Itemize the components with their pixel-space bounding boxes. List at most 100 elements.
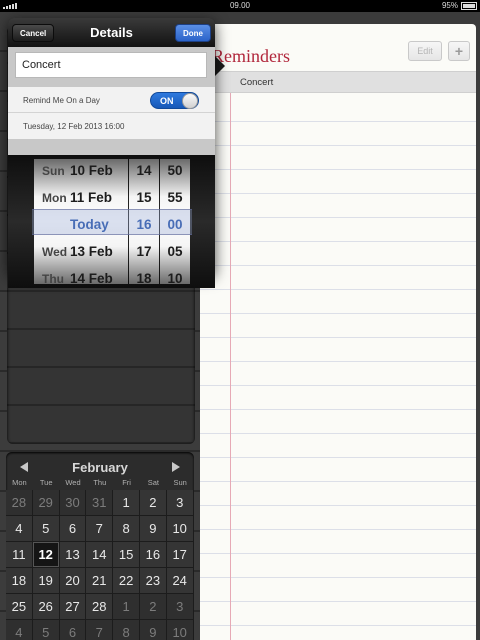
add-reminder-button[interactable]: + [448,41,470,61]
calendar-day[interactable]: 17 [166,542,194,568]
weekday-label: Sat [147,478,160,487]
calendar-day[interactable]: 2 [139,594,167,620]
calendar-day[interactable]: 23 [139,568,167,594]
calendar-day[interactable]: 1 [113,594,140,620]
calendar-day[interactable]: 31 [86,490,114,516]
minute-wheel[interactable]: 50 55 00 05 10 [160,159,190,284]
status-bar: 09.00 95% [0,0,480,12]
remind-toggle[interactable]: ON [150,92,199,109]
hour-option[interactable]: 15 [129,184,159,211]
calendar-day[interactable]: 6 [59,620,87,640]
calendar-day[interactable]: 16 [139,542,167,568]
hour-option[interactable]: 14 [129,159,159,184]
hour-option[interactable]: 17 [129,238,159,265]
calendar-day[interactable]: 9 [139,620,167,640]
popover-arrow [215,56,225,76]
calendar-month-label: February [72,460,128,475]
popover-body: Concert Remind Me On a Day ON Tuesday, 1… [8,47,215,288]
weekday-label: Thu [93,478,107,487]
done-button[interactable]: Done [175,24,211,42]
reminder-row[interactable]: Concert [200,71,476,93]
hour-option[interactable]: 16 [129,211,159,238]
reminder-date-row[interactable]: Tuesday, 12 Feb 2013 16:00 [8,114,215,139]
calendar-weekday-row: Mon Tue Wed Thu Fri Sat Sun [6,478,194,487]
edit-button[interactable]: Edit [408,41,442,61]
reminder-title-field[interactable]: Concert [15,52,207,78]
calendar-day[interactable]: 14 [86,542,114,568]
calendar-day[interactable]: 18 [6,568,33,594]
calendar-day[interactable]: 1 [113,490,140,516]
weekday-label: Wed [65,478,81,487]
day-option-label: 11 Feb [70,190,113,205]
day-option-weekday: Sun [42,163,65,178]
calendar-day[interactable]: 15 [113,542,140,568]
battery-percent: 95% [441,1,458,10]
calendar-day[interactable]: 5 [32,516,60,542]
calendar-day[interactable]: 2 [139,490,167,516]
calendar-day[interactable]: 10 [166,516,194,542]
calendar-day[interactable]: 8 [113,516,140,542]
calendar-day[interactable]: 24 [166,568,194,594]
calendar-day[interactable]: 20 [59,568,87,594]
calendar-day[interactable]: 13 [59,542,87,568]
calendar-day[interactable]: 25 [6,594,33,620]
popover-navbar: Cancel Details Done [8,18,215,47]
calendar-day[interactable]: 28 [6,490,33,516]
calendar-day[interactable]: 26 [32,594,60,620]
calendar-day[interactable]: 21 [86,568,114,594]
minute-option[interactable]: 50 [160,159,190,184]
day-option[interactable]: Thu 14 Feb [34,265,128,284]
calendar-day[interactable]: 22 [113,568,140,594]
remind-group: Remind Me On a Day ON Tuesday, 12 Feb 20… [8,87,215,139]
day-option-weekday: Mon [42,190,67,205]
day-option-label: 14 Feb [70,271,113,284]
calendar-day[interactable]: 29 [32,490,60,516]
calendar-day[interactable]: 4 [6,516,33,542]
weekday-label: Fri [122,478,131,487]
remind-on-day-row: Remind Me On a Day ON [8,87,215,113]
margin-line [230,78,231,640]
minute-option[interactable]: 00 [160,211,190,238]
day-wheel[interactable]: Sun 10 Feb Mon 11 Feb Today Wed 13 Feb Thu 14 Fe… [34,159,128,284]
minute-option[interactable]: 10 [160,265,190,284]
calendar-day[interactable]: 11 [6,542,33,568]
day-option[interactable]: Wed 13 Feb [34,238,128,265]
weekday-label: Sun [173,478,187,487]
mini-calendar: February Mon Tue Wed Thu Fri Sat Sun 28 29 30 31 1… [6,452,194,640]
details-popover: Cancel Details Done Concert Remind Me On… [8,18,215,288]
day-option-label: Today [70,217,109,232]
next-month-icon[interactable] [172,462,180,472]
hour-option[interactable]: 18 [129,265,159,284]
reminder-title: Concert [240,77,274,88]
weekday-label: Mon [12,478,27,487]
day-option[interactable]: Today [34,211,128,238]
calendar-day[interactable]: 28 [86,594,114,620]
hour-wheel[interactable]: 14 15 16 17 18 [129,159,159,284]
day-option[interactable]: Mon 11 Feb [34,184,128,211]
day-option-label: 10 Feb [70,163,113,178]
calendar-day[interactable]: 9 [139,516,167,542]
calendar-day[interactable]: 27 [59,594,87,620]
calendar-day[interactable]: 5 [32,620,60,640]
day-option-weekday: Wed [42,244,68,259]
reminders-paper: Reminders Edit + Concert [200,24,476,640]
weekday-label: Tue [39,478,53,487]
calendar-grid: 28 29 30 31 1 2 3 4 5 6 7 8 9 10 11 12 13 14 15 16 17 18 19 20 2… [6,490,194,640]
minute-option[interactable]: 05 [160,238,190,265]
calendar-day[interactable]: 30 [59,490,87,516]
calendar-day[interactable]: 6 [59,516,87,542]
calendar-day[interactable]: 7 [86,516,114,542]
day-option[interactable]: Sun 10 Feb [34,159,128,184]
calendar-day[interactable]: 3 [166,490,194,516]
calendar-day-today[interactable]: 12 [32,542,60,568]
calendar-day[interactable]: 4 [6,620,33,640]
calendar-day[interactable]: 8 [113,620,140,640]
reminders-notebook: Reminders Edit + Concert [200,12,480,640]
calendar-day[interactable]: 19 [32,568,60,594]
remind-on-day-label: Remind Me On a Day [23,96,100,105]
day-option-label: 13 Feb [70,244,113,259]
minute-option[interactable]: 55 [160,184,190,211]
calendar-day[interactable]: 3 [166,594,194,620]
calendar-day[interactable]: 7 [86,620,114,640]
calendar-day[interactable]: 10 [166,620,194,640]
